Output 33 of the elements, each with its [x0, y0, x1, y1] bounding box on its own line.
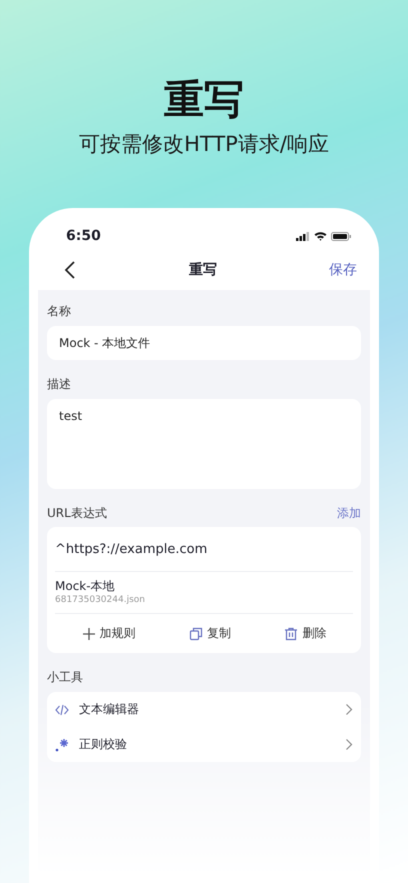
- code-icon: [55, 702, 69, 716]
- add-link[interactable]: 添加: [337, 504, 361, 522]
- copy-button[interactable]: 复制: [186, 623, 233, 644]
- plus-icon: [82, 626, 96, 640]
- description-field[interactable]: test: [47, 399, 361, 489]
- add-button[interactable]: 加规则: [80, 623, 138, 644]
- url-expression: ^https?://example.com: [55, 542, 208, 556]
- field-label: 名称: [47, 303, 72, 320]
- headline: 重写: [164, 76, 244, 125]
- section-label: URL表达式: [47, 505, 107, 522]
- tool-label: 文本编辑器: [79, 701, 140, 718]
- battery-icon: [331, 232, 351, 240]
- tool-item[interactable]: 正则校验: [55, 727, 353, 762]
- signal-icon: [296, 232, 310, 240]
- sparkle-icon: [55, 738, 69, 752]
- trash-icon: [284, 626, 298, 640]
- chevron-icon: [345, 738, 353, 751]
- delete-button[interactable]: 删除: [282, 623, 328, 644]
- wifi-icon: [314, 231, 327, 241]
- chevron-icon: [345, 703, 353, 716]
- tool-item[interactable]: 文本编辑器: [55, 692, 353, 727]
- file-name: 681735030244.json: [55, 594, 146, 606]
- rule-name: Mock-本地: [55, 579, 116, 594]
- field-label: 描述: [47, 376, 72, 393]
- name-field[interactable]: Mock - 本地文件: [47, 326, 361, 360]
- section-label: 小工具: [47, 669, 84, 686]
- status-time: 6:50: [66, 228, 101, 244]
- subtitle: 可按需修改HTTP请求/响应: [79, 131, 329, 158]
- page-title: 重写: [189, 261, 217, 279]
- tool-label: 正则校验: [79, 736, 128, 753]
- back-button[interactable]: [63, 260, 77, 280]
- save-button[interactable]: 保存: [329, 261, 357, 279]
- copy-icon: [188, 626, 203, 640]
